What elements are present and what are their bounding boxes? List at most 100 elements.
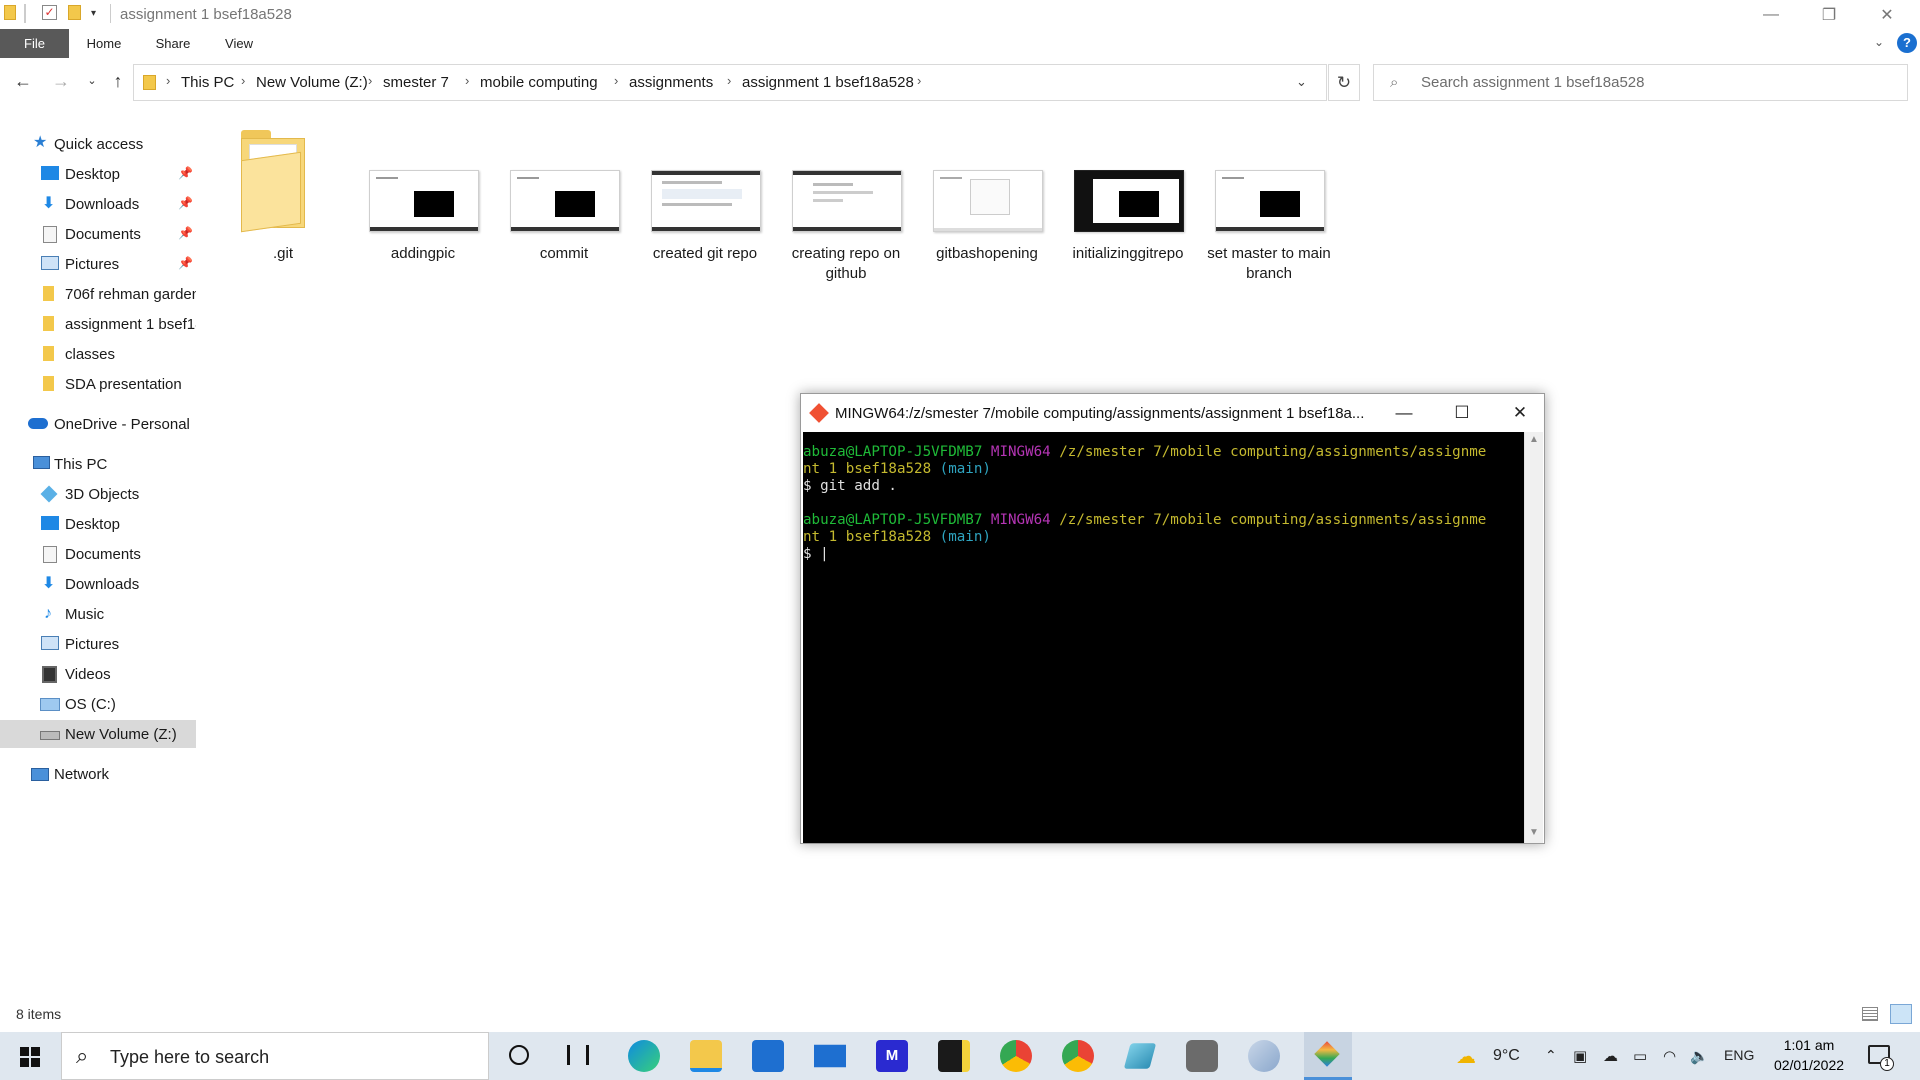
expand-ribbon-icon[interactable]: ⌄: [1874, 35, 1884, 49]
chevron-right-icon[interactable]: ›: [727, 73, 731, 88]
scroll-down-icon[interactable]: ▼: [1529, 827, 1539, 838]
breadcrumb-smester-7[interactable]: smester 7: [383, 74, 449, 91]
large-icons-view-icon[interactable]: [1890, 1004, 1912, 1024]
file-item-gitbashopening[interactable]: gitbashopening: [923, 170, 1051, 310]
pin-icon[interactable]: 📌: [178, 226, 193, 240]
nav-quick-706f-rehman-garden[interactable]: 706f rehman garden: [0, 280, 196, 308]
nav-quick-sda-presentation[interactable]: SDA presentation: [0, 370, 196, 398]
breadcrumb-new-volume[interactable]: New Volume (Z:): [256, 74, 368, 91]
breadcrumb-current-folder[interactable]: assignment 1 bsef18a528: [742, 74, 914, 91]
clock-time[interactable]: 1:01 am: [1774, 1037, 1844, 1053]
windows-start-icon[interactable]: [20, 1047, 40, 1067]
pin-icon[interactable]: 📌: [178, 256, 193, 270]
chrome-profile-icon[interactable]: [1062, 1040, 1094, 1072]
file-item-set-master-to-main-branch[interactable]: set master to main branch: [1205, 170, 1333, 310]
nav-quick-assignment-1[interactable]: assignment 1 bsef18a528: [0, 310, 196, 338]
terminal-titlebar[interactable]: MINGW64:/z/smester 7/mobile computing/as…: [801, 394, 1544, 432]
nav-quick-pictures[interactable]: Pictures 📌: [0, 250, 196, 278]
nav-this-pc[interactable]: This PC: [0, 450, 196, 478]
nav-pc-documents[interactable]: Documents: [0, 540, 196, 568]
nav-os-c[interactable]: OS (C:): [0, 690, 196, 718]
chevron-right-icon[interactable]: ›: [368, 73, 372, 88]
weather-temperature[interactable]: 9°C: [1493, 1047, 1520, 1065]
terminal-minimize-button[interactable]: —: [1381, 400, 1427, 426]
nav-quick-classes[interactable]: classes: [0, 340, 196, 368]
search-box[interactable]: ⌕ Search assignment 1 bsef18a528: [1373, 64, 1908, 101]
nav-quick-access[interactable]: ★ Quick access: [0, 130, 196, 158]
pin-icon[interactable]: 📌: [178, 196, 193, 210]
chevron-right-icon[interactable]: ›: [614, 73, 618, 88]
battery-icon[interactable]: ▭: [1633, 1047, 1647, 1065]
onedrive-tray-icon[interactable]: ☁: [1603, 1047, 1618, 1065]
customize-quick-access-icon[interactable]: ▾: [91, 8, 96, 19]
git-bash-taskbar-button[interactable]: [1304, 1032, 1352, 1080]
paint-icon[interactable]: [1248, 1040, 1280, 1072]
file-item-creating-repo-on-github[interactable]: creating repo on github: [782, 170, 910, 310]
git-bash-window[interactable]: MINGW64:/z/smester 7/mobile computing/as…: [800, 393, 1545, 844]
refresh-button[interactable]: ↻: [1328, 64, 1360, 101]
sticky-notes-icon[interactable]: [938, 1040, 970, 1072]
breadcrumb-assignments[interactable]: assignments: [629, 74, 713, 91]
new-folder-icon[interactable]: [68, 5, 81, 20]
file-item-addingpic[interactable]: addingpic: [359, 170, 487, 310]
search-input[interactable]: Search assignment 1 bsef18a528: [1421, 74, 1644, 91]
breadcrumb-mobile-computing[interactable]: mobile computing: [480, 74, 598, 91]
edge-icon[interactable]: [628, 1040, 660, 1072]
back-arrow-icon[interactable]: ←: [11, 69, 35, 93]
file-item-created-git-repo[interactable]: created git repo: [641, 170, 769, 310]
file-explorer-icon[interactable]: [690, 1040, 722, 1072]
meet-now-icon[interactable]: ▣: [1573, 1047, 1587, 1065]
tab-file[interactable]: File: [0, 29, 69, 58]
mail-icon[interactable]: [814, 1044, 846, 1068]
tab-share[interactable]: Share: [146, 29, 200, 58]
address-bar[interactable]: › This PC › New Volume (Z:) › smester 7 …: [133, 64, 1327, 101]
terminal-maximize-button[interactable]: ☐: [1439, 400, 1485, 426]
nav-pc-desktop[interactable]: Desktop: [0, 510, 196, 538]
breadcrumb-this-pc[interactable]: This PC: [181, 74, 234, 91]
chevron-right-icon[interactable]: ›: [166, 73, 170, 88]
chevron-right-icon[interactable]: ›: [917, 73, 921, 88]
clock-date[interactable]: 02/01/2022: [1766, 1057, 1852, 1073]
file-item-git-folder[interactable]: .git: [219, 128, 347, 268]
microsoft-store-icon[interactable]: [752, 1040, 784, 1072]
nav-pc-pictures[interactable]: Pictures: [0, 630, 196, 658]
weather-icon[interactable]: ☁: [1456, 1044, 1476, 1069]
chevron-right-icon[interactable]: ›: [241, 73, 245, 88]
close-button[interactable]: ✕: [1858, 0, 1916, 29]
recent-locations-icon[interactable]: ⌄: [80, 69, 104, 93]
language-indicator[interactable]: ENG: [1724, 1047, 1754, 1063]
maximize-button[interactable]: ❐: [1800, 0, 1858, 29]
nav-pc-videos[interactable]: Videos: [0, 660, 196, 688]
nav-quick-downloads[interactable]: ⬇ Downloads 📌: [0, 190, 196, 218]
terminal-close-button[interactable]: ✕: [1497, 400, 1543, 426]
nav-network[interactable]: Network: [0, 760, 196, 788]
tab-view[interactable]: View: [214, 29, 264, 58]
terminal-output[interactable]: abuza@LAPTOP-J5VFDMB7 MINGW64 /z/smester…: [803, 432, 1524, 843]
nav-new-volume-z[interactable]: New Volume (Z:): [0, 720, 196, 748]
nav-pc-music[interactable]: ♪ Music: [0, 600, 196, 628]
terminal-scrollbar[interactable]: ▲ ▼: [1524, 432, 1543, 843]
show-hidden-icons-icon[interactable]: ⌃: [1545, 1047, 1557, 1064]
app-icon[interactable]: [1123, 1043, 1157, 1069]
nav-onedrive[interactable]: OneDrive - Personal: [0, 410, 196, 438]
taskbar-search-box[interactable]: ⌕ Type here to search: [61, 1032, 489, 1080]
nav-quick-desktop[interactable]: Desktop 📌: [0, 160, 196, 188]
details-view-icon[interactable]: [1862, 1007, 1878, 1021]
chrome-icon[interactable]: [1000, 1040, 1032, 1072]
tab-home[interactable]: Home: [78, 29, 130, 58]
help-icon[interactable]: ?: [1897, 33, 1917, 53]
task-view-icon[interactable]: [567, 1045, 589, 1065]
nav-quick-documents[interactable]: Documents 📌: [0, 220, 196, 248]
wifi-icon[interactable]: ◠: [1663, 1047, 1676, 1065]
minimize-button[interactable]: —: [1742, 0, 1800, 29]
up-arrow-icon[interactable]: ↑: [106, 69, 130, 93]
cortana-icon[interactable]: [509, 1045, 529, 1065]
nav-3d-objects[interactable]: 3D Objects: [0, 480, 196, 508]
chevron-right-icon[interactable]: ›: [465, 73, 469, 88]
pin-icon[interactable]: 📌: [178, 166, 193, 180]
visual-studio-icon[interactable]: M: [876, 1040, 908, 1072]
nav-pc-downloads[interactable]: ⬇ Downloads: [0, 570, 196, 598]
scroll-up-icon[interactable]: ▲: [1529, 434, 1539, 445]
address-history-dropdown-icon[interactable]: ⌄: [1296, 74, 1307, 90]
volume-icon[interactable]: 🔈: [1690, 1047, 1709, 1065]
